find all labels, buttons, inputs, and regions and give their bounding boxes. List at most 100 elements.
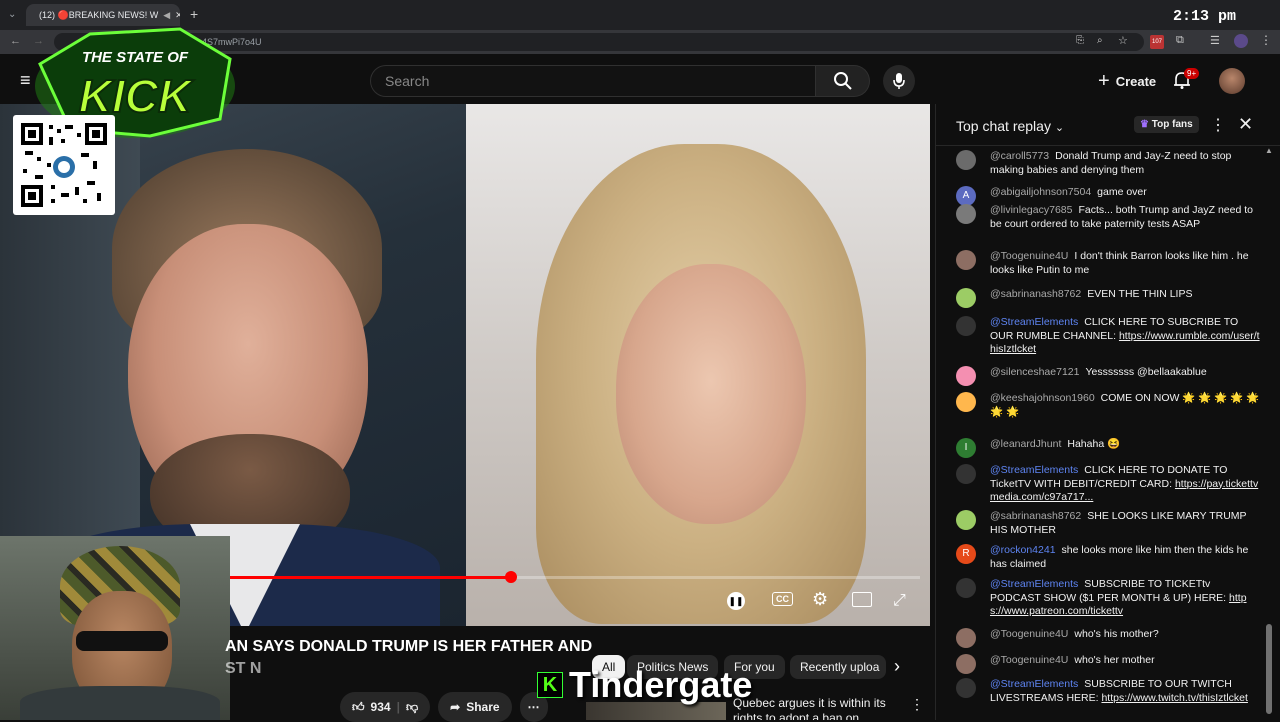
chat-author-name[interactable]: @StreamElements — [990, 464, 1078, 476]
thumbs-down-icon[interactable]: 👎︎ — [406, 700, 418, 715]
like-count: 934 — [370, 700, 391, 714]
live-chat-panel: Top chat replay ⌄ ♛ Top fans ⋮ ✕ @caroll… — [935, 104, 1280, 720]
chat-author-avatar[interactable] — [956, 316, 976, 336]
microphone-icon — [893, 73, 905, 89]
extension-badge[interactable]: 107 — [1150, 35, 1164, 49]
clock-time: 2:13 pm — [1172, 8, 1236, 25]
chat-author-name[interactable]: @StreamElements — [990, 578, 1078, 590]
search-input[interactable]: Search — [370, 65, 816, 97]
create-label: Create — [1115, 73, 1157, 89]
theater-mode-icon[interactable] — [852, 592, 872, 607]
user-avatar[interactable] — [1219, 68, 1245, 94]
chat-author-name[interactable]: @keeshajohnson1960 — [990, 392, 1095, 404]
chat-message-text: game over — [1097, 186, 1147, 198]
video-title: AN SAYS DONALD TRUMP IS HER FATHER AND — [225, 638, 593, 655]
chat-author-avatar[interactable]: R — [956, 544, 976, 564]
video-actions: 👍︎ 934 | 👎︎ ➦ Share ⋯ — [340, 692, 548, 722]
chat-author-avatar[interactable] — [956, 510, 976, 530]
chat-message-body: @leanardJhunt Hahaha 😆 — [990, 438, 1260, 452]
menu-icon[interactable]: ≡ — [20, 70, 31, 91]
chat-menu-icon[interactable]: ⋮ — [1210, 115, 1226, 135]
chat-author-avatar[interactable] — [956, 288, 976, 308]
tab-audio-icon[interactable]: ◀ — [163, 10, 170, 21]
chat-author-avatar[interactable] — [956, 204, 976, 224]
chevron-down-icon: ⌄ — [1054, 122, 1065, 134]
chat-author-avatar[interactable] — [956, 250, 976, 270]
settings-gear-icon[interactable]: ⚙ — [812, 589, 828, 610]
zoom-icon[interactable]: ⌕ — [1097, 35, 1103, 46]
chat-message-body: @Toogenuine4U who's her mother — [990, 654, 1260, 668]
chat-author-avatar[interactable] — [956, 678, 976, 698]
recommended-menu-icon[interactable]: ⋮ — [910, 696, 924, 713]
chat-author-name[interactable]: @StreamElements — [990, 678, 1078, 690]
browser-menu-icon[interactable]: ⋮ — [1260, 33, 1272, 47]
chat-author-name[interactable]: @Toogenuine4U — [990, 250, 1068, 262]
chat-header: Top chat replay ⌄ ♛ Top fans ⋮ ✕ — [936, 104, 1280, 146]
bookmark-star-icon[interactable]: ☆ — [1118, 34, 1128, 47]
share-button[interactable]: ➦ Share — [438, 692, 512, 722]
extensions-icon[interactable]: ⧉ — [1176, 34, 1184, 47]
chip-recently-uploaded[interactable]: Recently uploa — [790, 655, 886, 679]
chat-message-body: @silenceshae7121 Yesssssss @bellaakablue — [990, 366, 1260, 380]
chat-message-body: @StreamElements SUBSCRIBE TO OUR TWITCH L… — [990, 678, 1260, 705]
chat-author-avatar[interactable] — [956, 578, 976, 598]
captions-icon[interactable]: CC — [772, 592, 793, 606]
chat-author-name[interactable]: @abigailjohnson7504 — [990, 186, 1091, 198]
voice-search-button[interactable] — [883, 65, 915, 97]
top-fans-button[interactable]: ♛ Top fans — [1134, 116, 1199, 133]
browser-tab[interactable]: (12) 🔴BREAKING NEWS! W ◀ ✕ — [26, 4, 180, 26]
chat-author-name[interactable]: @StreamElements — [990, 316, 1078, 328]
chat-author-avatar[interactable]: A — [956, 186, 976, 206]
chat-author-name[interactable]: @leanardJhunt — [990, 438, 1061, 450]
chat-message-text: Hahaha 😆 — [1067, 438, 1121, 450]
chat-author-name[interactable]: @livinlegacy7685 — [990, 204, 1072, 216]
scrollbar-thumb[interactable] — [1266, 624, 1272, 714]
chat-author-avatar[interactable] — [956, 392, 976, 412]
chat-author-avatar[interactable]: I — [956, 438, 976, 458]
scroll-up-icon[interactable]: ▲ — [1265, 146, 1273, 155]
new-tab-icon[interactable]: + — [190, 6, 198, 22]
chat-message-body: @Toogenuine4U I don't think Barron looks … — [990, 250, 1260, 277]
share-label: Share — [466, 700, 500, 714]
tab-search-icon[interactable]: ⌄ — [8, 9, 16, 20]
chat-author-name[interactable]: @rockon4241 — [990, 544, 1056, 556]
chat-message-body: @abigailjohnson7504 game over — [990, 186, 1260, 200]
close-icon[interactable]: ✕ — [1238, 114, 1253, 135]
chat-author-name[interactable]: @sabrinanash8762 — [990, 288, 1081, 300]
tindergate-banner: K Tindergate — [537, 664, 752, 706]
chat-mode-dropdown[interactable]: Top chat replay ⌄ — [956, 118, 1064, 134]
fullscreen-icon[interactable]: ⤢ — [893, 592, 906, 610]
profile-icon[interactable] — [1234, 34, 1248, 48]
install-icon[interactable]: ⎘ — [1076, 35, 1084, 46]
chat-author-avatar[interactable] — [956, 628, 976, 648]
chat-author-name[interactable]: @caroll5773 — [990, 150, 1049, 162]
chat-scrollbar[interactable]: ▲ — [1264, 146, 1274, 720]
chat-author-name[interactable]: @Toogenuine4U — [990, 628, 1068, 640]
progress-scrubber[interactable] — [504, 571, 517, 583]
media-icon[interactable]: ☰ — [1210, 34, 1220, 47]
chat-author-avatar[interactable] — [956, 464, 976, 484]
like-button[interactable]: 👍︎ 934 | 👎︎ — [340, 692, 431, 722]
chat-author-name[interactable]: @silenceshae7121 — [990, 366, 1079, 378]
thumbs-up-icon: 👍︎ — [352, 699, 365, 714]
tab-close-icon[interactable]: ✕ — [175, 10, 180, 21]
back-icon[interactable]: ← — [10, 35, 21, 47]
qr-code[interactable] — [13, 115, 115, 215]
chat-message-body: @StreamElements CLICK HERE TO SUBCRIBE TO… — [990, 316, 1260, 357]
chat-message-link[interactable]: https://www.twitch.tv/thisIztlcket — [1101, 692, 1247, 704]
chat-message-text: who's his mother? — [1074, 628, 1159, 640]
chat-messages: @caroll5773 Donald Trump and Jay-Z need t… — [936, 146, 1266, 720]
chat-message-body: @StreamElements SUBSCRIBE TO TICKETtv POD… — [990, 578, 1260, 619]
autoplay-toggle-icon[interactable]: ❚❚ — [727, 592, 745, 610]
chat-author-name[interactable]: @Toogenuine4U — [990, 654, 1068, 666]
chat-author-name[interactable]: @sabrinanash8762 — [990, 510, 1081, 522]
chips-next-icon[interactable]: › — [894, 656, 900, 677]
chat-author-avatar[interactable] — [956, 654, 976, 674]
create-button[interactable]: + Create — [1086, 65, 1168, 97]
chat-author-avatar[interactable] — [956, 150, 976, 170]
recommended-title[interactable]: Quebec argues it is within its rights to… — [733, 696, 903, 720]
banner-text: Tindergate — [569, 664, 753, 705]
chat-author-avatar[interactable] — [956, 366, 976, 386]
search-button[interactable] — [816, 65, 870, 97]
chat-message-body: @sabrinanash8762 EVEN THE THIN LIPS — [990, 288, 1260, 302]
